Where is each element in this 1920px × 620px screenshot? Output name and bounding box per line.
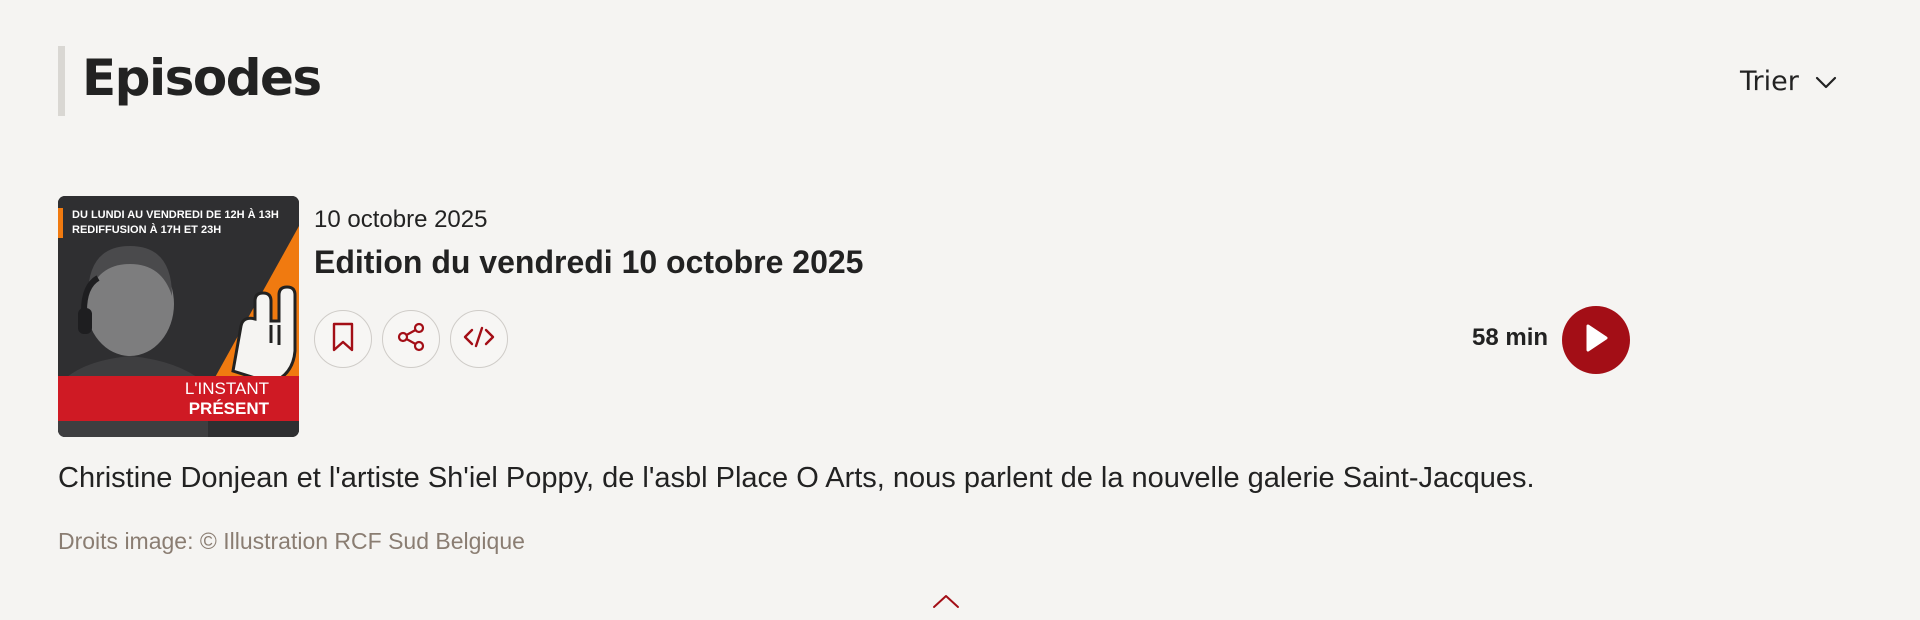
episode-title[interactable]: Edition du vendredi 10 octobre 2025 (314, 244, 863, 281)
episode-thumbnail[interactable]: DU LUNDI AU VENDREDI DE 12H À 13H REDIFF… (58, 196, 299, 437)
bookmark-icon (332, 322, 354, 357)
code-icon (463, 325, 495, 354)
collapse-button[interactable] (932, 592, 960, 610)
sort-button[interactable]: Trier (1740, 58, 1837, 104)
play-icon (1583, 323, 1609, 358)
bookmark-button[interactable] (314, 310, 372, 368)
image-credits: Droits image: © Illustration RCF Sud Bel… (58, 528, 525, 554)
episode-description: Christine Donjean et l'artiste Sh'iel Po… (58, 462, 1535, 494)
episode-card: DU LUNDI AU VENDREDI DE 12H À 13H REDIFF… (58, 196, 1698, 576)
share-icon (396, 322, 426, 357)
chevron-up-icon (932, 595, 960, 614)
embed-button[interactable] (450, 310, 508, 368)
share-button[interactable] (382, 310, 440, 368)
thumbnail-schedule: DU LUNDI AU VENDREDI DE 12H À 13H REDIFF… (72, 209, 279, 236)
sort-label: Trier (1740, 65, 1799, 97)
play-button[interactable] (1562, 306, 1630, 374)
chevron-down-icon (1815, 66, 1837, 97)
episode-duration: 58 min (1472, 324, 1549, 351)
page-title: Episodes (82, 49, 322, 107)
thumbnail-brand: L'INSTANT PRÉSENT (184, 379, 269, 418)
episode-date: 10 octobre 2025 (314, 206, 488, 233)
header-accent-bar (58, 46, 65, 116)
